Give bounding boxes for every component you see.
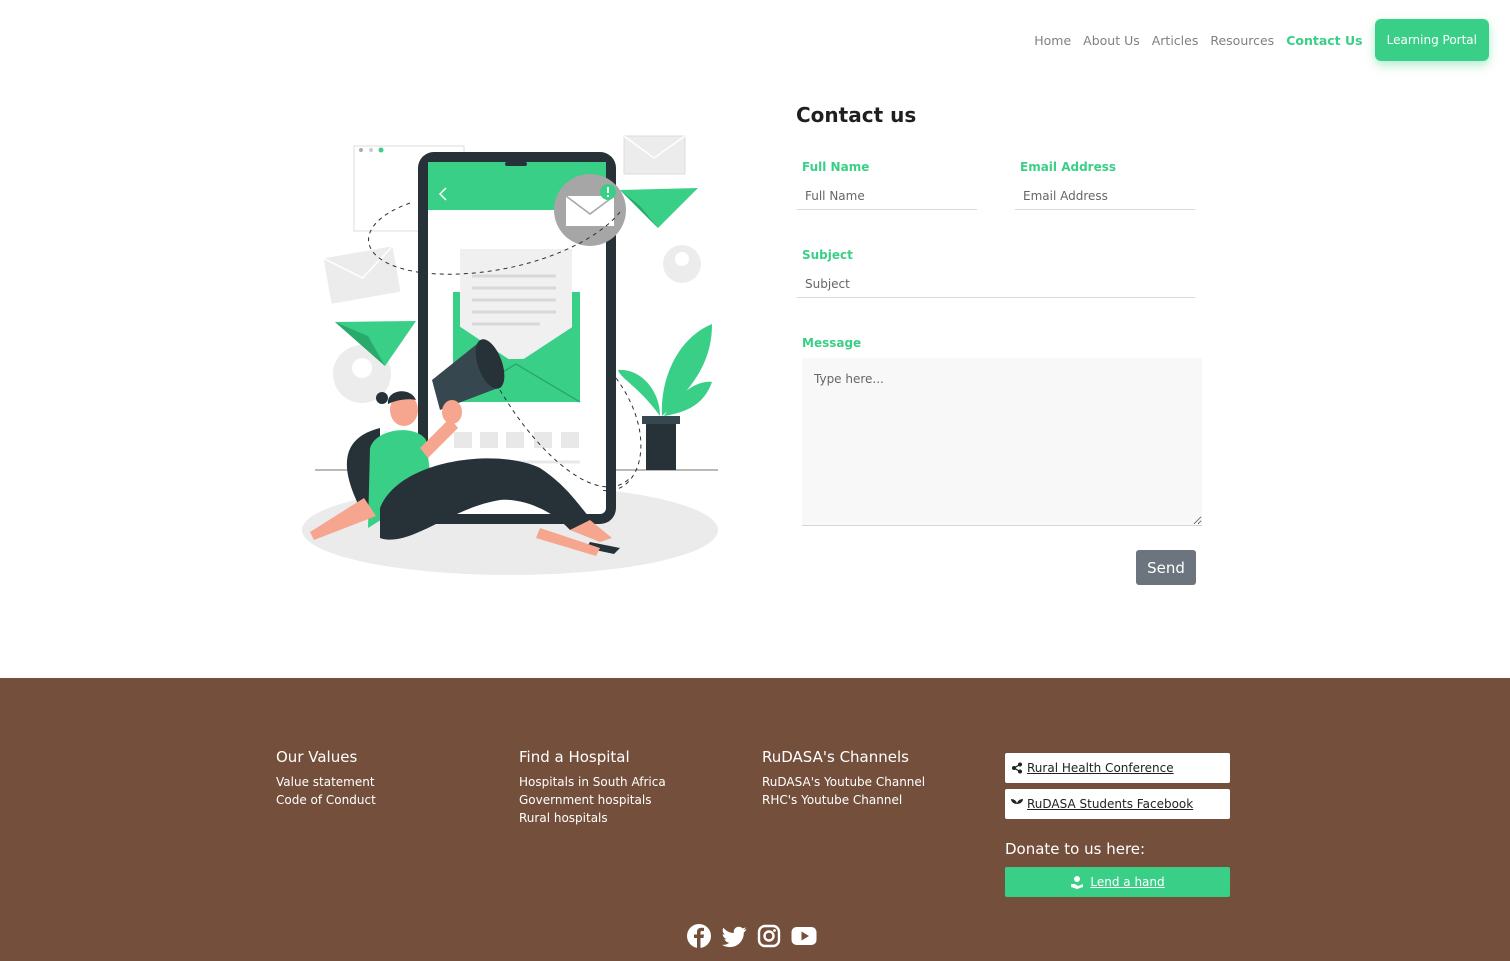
values-title: Our Values (276, 748, 358, 766)
rhc-youtube-link[interactable]: RHC's Youtube Channel (762, 791, 925, 809)
hand-holding-icon (1071, 876, 1084, 889)
twitter-icon[interactable] (721, 923, 747, 949)
rudasa-students-facebook-button[interactable]: RuDASA Students Facebook (1005, 789, 1230, 819)
main-nav: Home About Us Articles Resources Contact… (1034, 19, 1489, 61)
share-icon (1012, 762, 1022, 774)
message-label: Message (802, 336, 862, 350)
send-button[interactable]: Send (1136, 550, 1196, 585)
nav-home[interactable]: Home (1034, 33, 1071, 48)
contact-illustration (302, 135, 718, 575)
social-links (686, 923, 826, 949)
nav-contact-us[interactable]: Contact Us (1286, 33, 1362, 48)
full-name-input[interactable] (797, 182, 977, 210)
subject-input[interactable] (797, 270, 1195, 298)
footer: Our Values Value statement Code of Condu… (0, 678, 1510, 961)
code-of-conduct-link[interactable]: Code of Conduct (276, 791, 376, 809)
youtube-icon[interactable] (791, 923, 817, 949)
rural-health-conference-button[interactable]: Rural Health Conference (1005, 753, 1230, 783)
email-input[interactable] (1015, 182, 1195, 210)
contact-title: Contact us (796, 103, 917, 127)
value-statement-link[interactable]: Value statement (276, 773, 376, 791)
values-column: Our Values Value statement Code of Condu… (276, 748, 376, 809)
seedling-icon (1011, 799, 1023, 810)
rudasa-students-facebook-label: RuDASA Students Facebook (1027, 797, 1194, 811)
learning-portal-button[interactable]: Learning Portal (1374, 19, 1489, 61)
hospital-column: Find a Hospital Hospitals in South Afric… (519, 748, 666, 827)
full-name-label: Full Name (802, 160, 870, 174)
hospital-title: Find a Hospital (519, 748, 630, 766)
subject-label: Subject (802, 248, 853, 262)
hospitals-sa-link[interactable]: Hospitals in South Africa (519, 773, 666, 791)
channels-column: RuDASA's Channels RuDASA's Youtube Chann… (762, 748, 925, 809)
nav-about-us[interactable]: About Us (1083, 33, 1140, 48)
government-hospitals-link[interactable]: Government hospitals (519, 791, 666, 809)
rudasa-youtube-link[interactable]: RuDASA's Youtube Channel (762, 773, 925, 791)
nav-resources[interactable]: Resources (1210, 33, 1274, 48)
rural-health-conference-label: Rural Health Conference (1027, 761, 1174, 775)
facebook-icon[interactable] (686, 923, 712, 949)
donate-text: Donate to us here: (1005, 840, 1146, 858)
instagram-icon[interactable] (756, 923, 782, 949)
lend-a-hand-button[interactable]: Lend a hand (1005, 867, 1230, 897)
lend-a-hand-label: Lend a hand (1090, 875, 1165, 889)
message-textarea[interactable] (802, 358, 1202, 526)
rural-hospitals-link[interactable]: Rural hospitals (519, 809, 666, 827)
email-label: Email Address (1020, 160, 1117, 174)
nav-articles[interactable]: Articles (1152, 33, 1199, 48)
channels-title: RuDASA's Channels (762, 748, 909, 766)
